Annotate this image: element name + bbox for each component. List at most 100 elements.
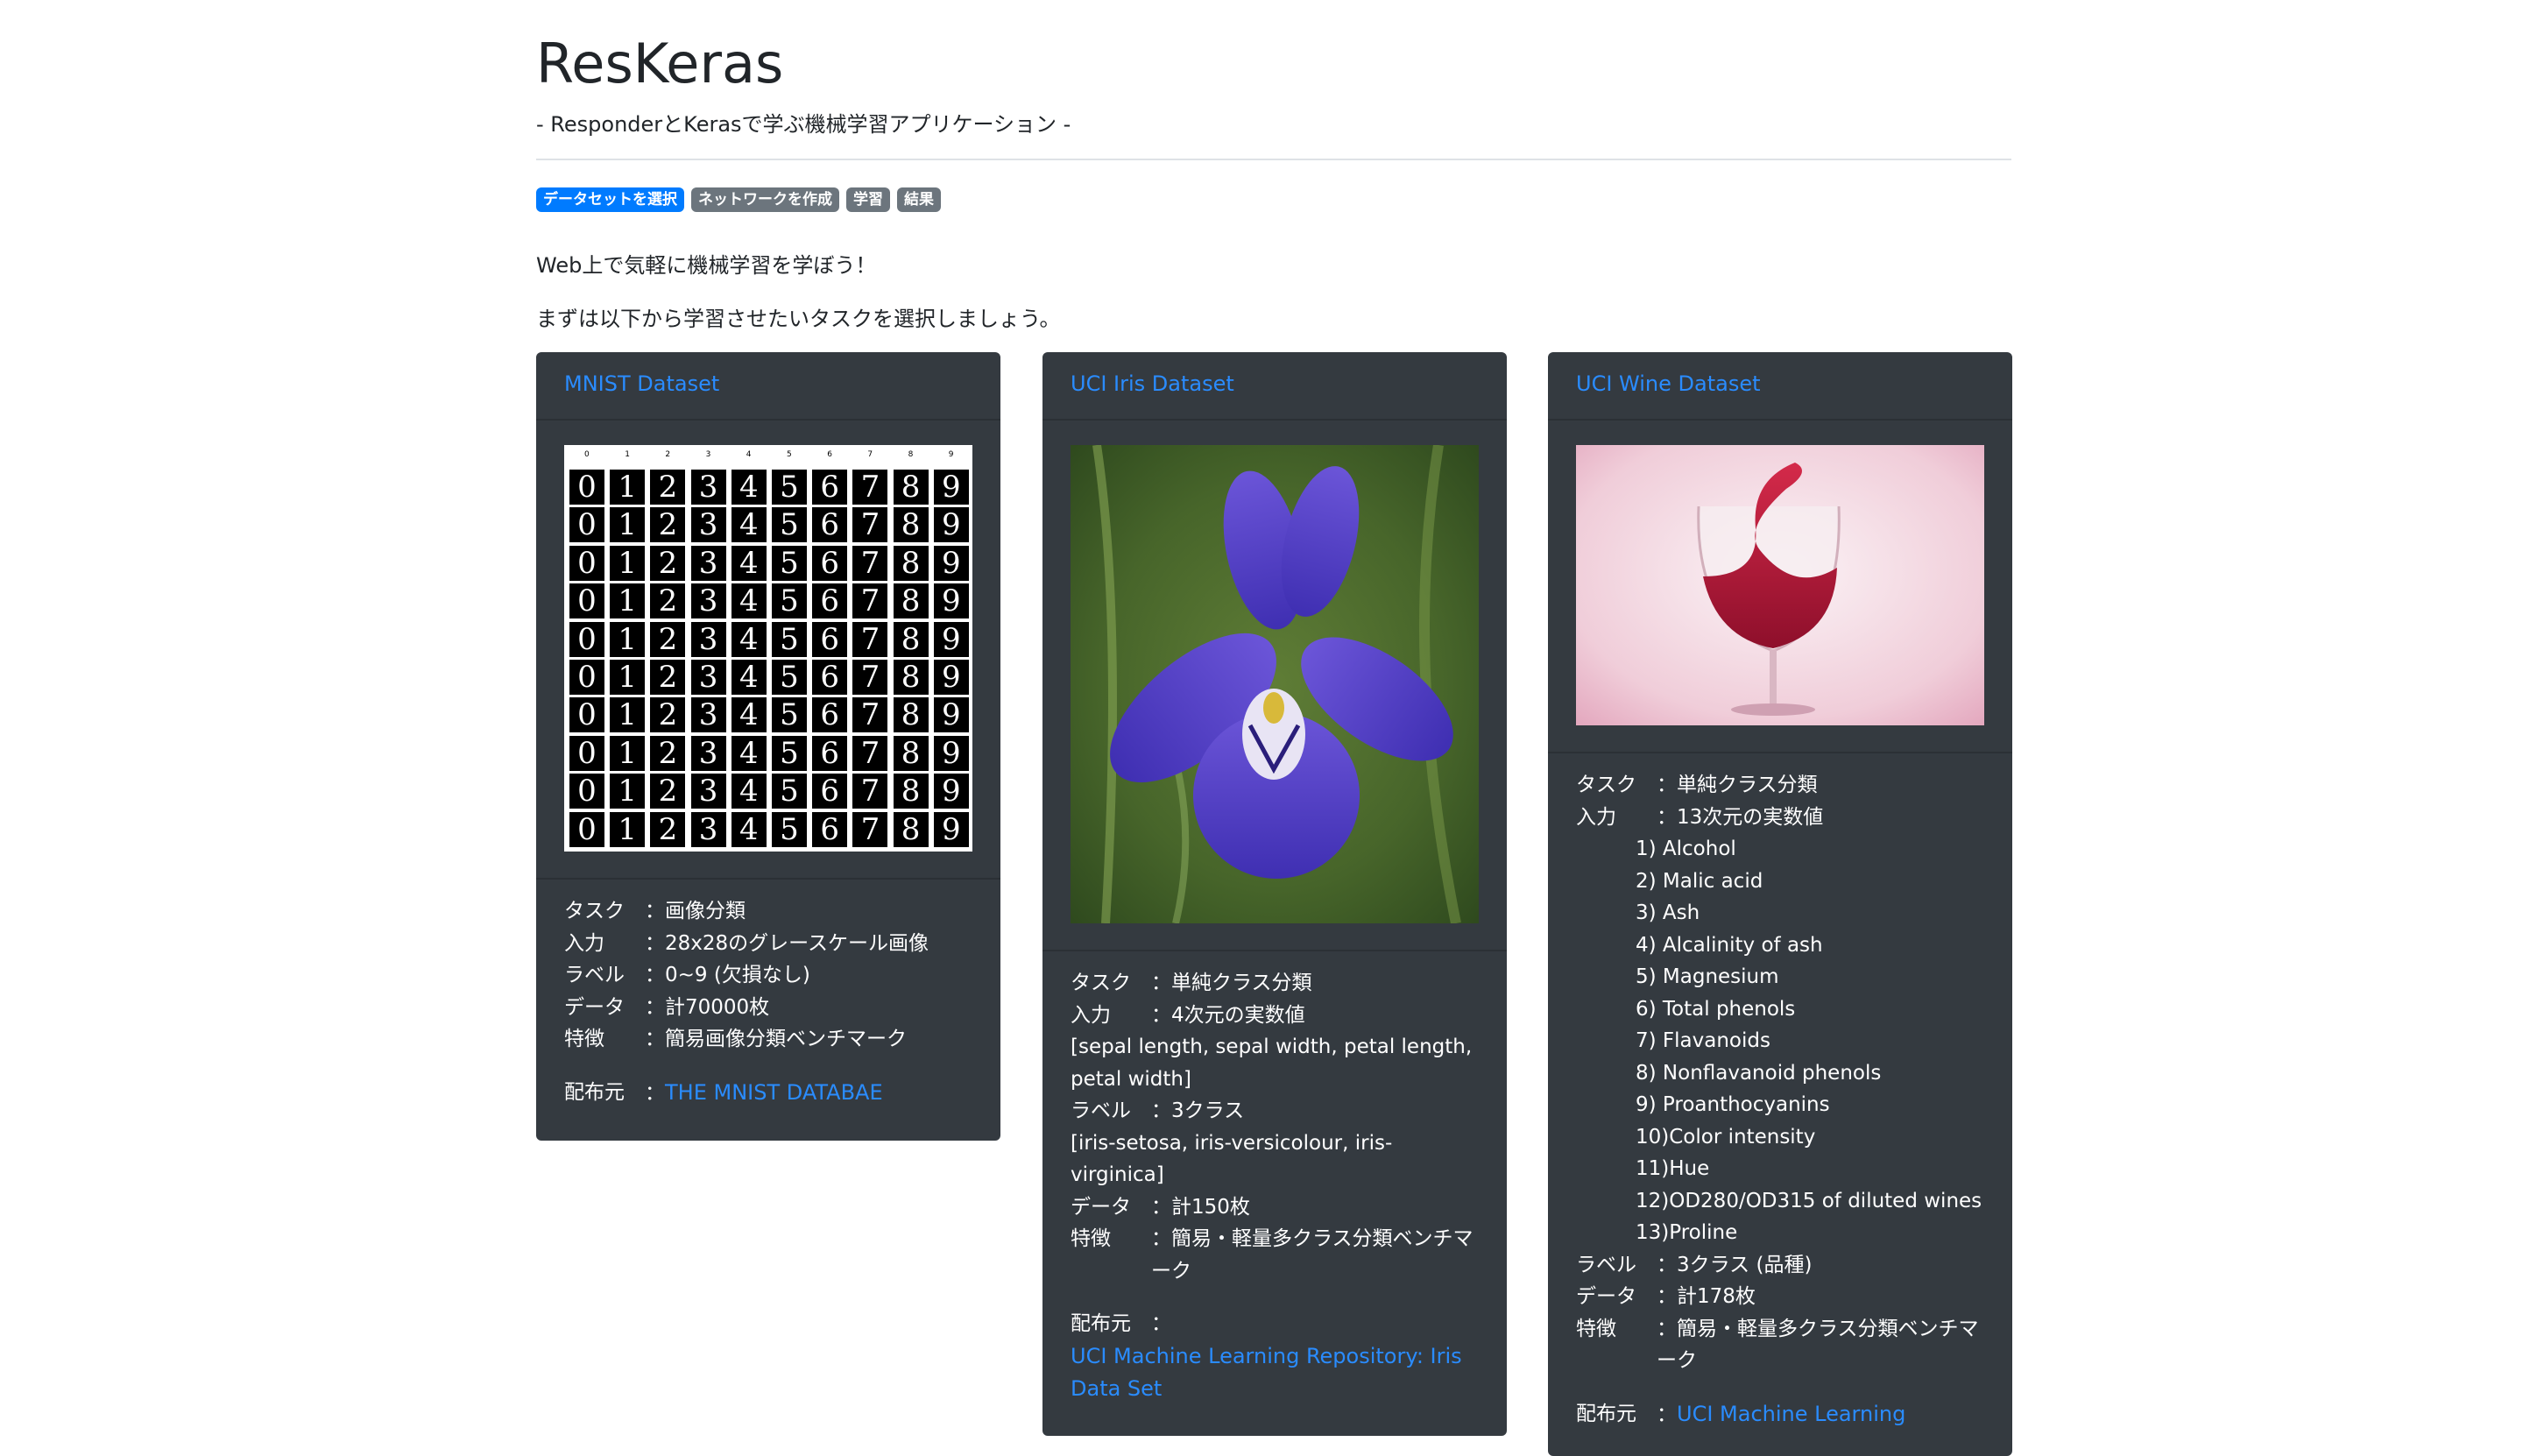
mnist-digit-cell: 8 bbox=[893, 507, 929, 543]
mnist-digit-cell: 5 bbox=[772, 774, 807, 809]
mnist-digit-cell: 9 bbox=[933, 470, 969, 505]
feature-item: 1) Alcohol bbox=[1636, 838, 1736, 860]
mnist-digit-cell: 8 bbox=[893, 583, 929, 619]
source-separator: ： bbox=[1151, 1312, 1171, 1335]
info-value-label: ：0~9 (欠損なし) bbox=[645, 964, 810, 986]
mnist-digit-cell: 0 bbox=[569, 735, 604, 771]
dataset-card-wine: UCI Wine Dataset タスク ：単純クラス分類 入力 ：13次元の実… bbox=[1548, 352, 2012, 1456]
mnist-digit-cell: 6 bbox=[812, 697, 848, 733]
mnist-digit-cell: 2 bbox=[650, 774, 686, 809]
step-badge-result: 結果 bbox=[897, 187, 941, 212]
mnist-digit-cell: 8 bbox=[893, 697, 929, 733]
mnist-digit-cell: 3 bbox=[690, 811, 726, 847]
mnist-digit-cell: 6 bbox=[812, 470, 848, 505]
mnist-digit-cell: 5 bbox=[772, 507, 807, 543]
info-label-input: 入力 bbox=[1071, 1003, 1111, 1027]
mnist-digit-cell: 0 bbox=[569, 545, 604, 581]
mnist-digit-cell: 8 bbox=[893, 735, 929, 771]
mnist-digit-cell: 9 bbox=[933, 583, 969, 619]
mnist-digit-cell: 6 bbox=[812, 545, 848, 581]
mnist-digit-cell: 5 bbox=[772, 545, 807, 581]
mnist-digit-cell: 4 bbox=[731, 583, 767, 619]
card-header: UCI Iris Dataset bbox=[1042, 352, 1507, 421]
source-link-mnist[interactable]: THE MNIST DATABAE bbox=[665, 1080, 883, 1105]
mnist-digit-cell: 1 bbox=[610, 774, 646, 809]
mnist-digit-cell: 1 bbox=[610, 660, 646, 695]
info-value-input: ：13次元の実数値 bbox=[1657, 805, 1824, 829]
feature-item: 5) Magnesium bbox=[1636, 965, 1779, 988]
mnist-digit-cell: 7 bbox=[852, 470, 888, 505]
card-header: MNIST Dataset bbox=[536, 352, 1000, 421]
info-label-data: データ bbox=[564, 995, 625, 1019]
feature-item: 7) Flavanoids bbox=[1636, 1029, 1770, 1052]
mnist-digit-cell: 9 bbox=[933, 621, 969, 657]
page-title: ResKeras bbox=[536, 32, 784, 95]
info-value-data: ：計178枚 bbox=[1657, 1285, 1756, 1308]
dataset-link-wine[interactable]: UCI Wine Dataset bbox=[1576, 371, 1761, 396]
feature-item: 11)Hue bbox=[1636, 1157, 1710, 1180]
feature-item: 4) Alcalinity of ash bbox=[1636, 933, 1823, 957]
mnist-digit-cell: 4 bbox=[731, 735, 767, 771]
step-badge-network: ネットワークを作成 bbox=[691, 187, 839, 212]
mnist-digit-cell: 8 bbox=[893, 621, 929, 657]
mnist-digit-cell: 4 bbox=[731, 660, 767, 695]
mnist-digit-cell: 2 bbox=[650, 583, 686, 619]
info-value-task: ：画像分類 bbox=[645, 900, 746, 922]
mnist-digit-cell: 9 bbox=[933, 811, 969, 847]
info-label-feature: 特徴 bbox=[1071, 1227, 1111, 1250]
mnist-digit-cell: 3 bbox=[690, 507, 726, 543]
feature-item: 10)Color intensity bbox=[1636, 1125, 1816, 1149]
card-header: UCI Wine Dataset bbox=[1548, 352, 2012, 421]
mnist-digit-grid: 0123456789012345678901234567890123456789… bbox=[564, 445, 972, 852]
feature-item: 12)OD280/OD315 of diluted wines bbox=[1636, 1189, 1982, 1212]
mnist-digit-cell: 4 bbox=[731, 470, 767, 505]
info-label-feature: 特徴 bbox=[564, 1028, 604, 1050]
mnist-digit-cell: 2 bbox=[650, 545, 686, 581]
mnist-digit-cell: 1 bbox=[610, 621, 646, 657]
mnist-digit-cell: 2 bbox=[650, 621, 686, 657]
mnist-digit-grid-image[interactable]: 0123456789012345678901234567890123456789… bbox=[564, 445, 972, 852]
mnist-column-header: 5 bbox=[787, 450, 792, 459]
mnist-digit-cell: 3 bbox=[690, 697, 726, 733]
dataset-link-iris[interactable]: UCI Iris Dataset bbox=[1071, 371, 1234, 396]
info-label-task: タスク bbox=[564, 900, 625, 922]
source-link-iris[interactable]: UCI Machine Learning Repository: Iris Da… bbox=[1071, 1344, 1462, 1402]
mnist-digit-cell: 5 bbox=[772, 621, 807, 657]
mnist-digit-cell: 7 bbox=[852, 660, 888, 695]
wine-glass-image[interactable] bbox=[1576, 445, 1984, 725]
source-link-wine[interactable]: UCI Machine Learning bbox=[1677, 1402, 1905, 1426]
dataset-info: タスク ：単純クラス分類 入力 ：4次元の実数値 [sepal length, se… bbox=[1042, 951, 1507, 1406]
mnist-digit-cell: 8 bbox=[893, 470, 929, 505]
mnist-digit-cell: 1 bbox=[610, 811, 646, 847]
dataset-info: タスク ：単純クラス分類 入力 ：13次元の実数値 1) Alcohol 2) Ma… bbox=[1548, 753, 2012, 1431]
info-label-detail: [iris-setosa, iris-versicolour, iris-vir… bbox=[1071, 1131, 1393, 1187]
mnist-digit-cell: 3 bbox=[690, 470, 726, 505]
feature-item: 9) Proanthocyanins bbox=[1636, 1093, 1830, 1116]
mnist-digit-cell: 4 bbox=[731, 621, 767, 657]
mnist-digit-cell: 9 bbox=[933, 545, 969, 581]
feature-item: 8) Nonflavanoid phenols bbox=[1636, 1061, 1882, 1085]
mnist-digit-cell: 5 bbox=[772, 811, 807, 847]
dataset-card-iris: UCI Iris Dataset タスク ：単純クラス分類 入力 ：4次元の実数… bbox=[1042, 352, 1507, 1436]
mnist-digit-cell: 2 bbox=[650, 507, 686, 543]
iris-flower-image[interactable] bbox=[1071, 445, 1479, 923]
step-badge-train: 学習 bbox=[846, 187, 890, 212]
mnist-digit-cell: 5 bbox=[772, 697, 807, 733]
info-label-source: 配布元 bbox=[1576, 1402, 1636, 1425]
info-label-task: タスク bbox=[1071, 972, 1131, 994]
info-label-feature: 特徴 bbox=[1576, 1317, 1616, 1340]
mnist-digit-cell: 7 bbox=[852, 735, 888, 771]
mnist-digit-cell: 2 bbox=[650, 470, 686, 505]
mnist-digit-cell: 2 bbox=[650, 697, 686, 733]
mnist-digit-cell: 8 bbox=[893, 811, 929, 847]
page-subtitle: - ResponderとKerasで学ぶ機械学習アプリケーション - bbox=[536, 112, 1071, 137]
mnist-digit-cell: 4 bbox=[731, 811, 767, 847]
info-label-label: ラベル bbox=[1576, 1253, 1636, 1276]
intro-instruction: まずは以下から学習させたいタスクを選択しましょう。 bbox=[536, 307, 1061, 331]
dataset-info: タスク ：画像分類 入力 ：28x28のグレースケール画像 ラベル ：0~9 (欠損な… bbox=[536, 880, 1000, 1109]
dataset-link-mnist[interactable]: MNIST Dataset bbox=[564, 371, 719, 396]
info-label-task: タスク bbox=[1576, 774, 1636, 796]
wine-glass-icon bbox=[1576, 445, 1984, 725]
feature-item: 6) Total phenols bbox=[1636, 997, 1796, 1021]
mnist-digit-cell: 6 bbox=[812, 811, 848, 847]
